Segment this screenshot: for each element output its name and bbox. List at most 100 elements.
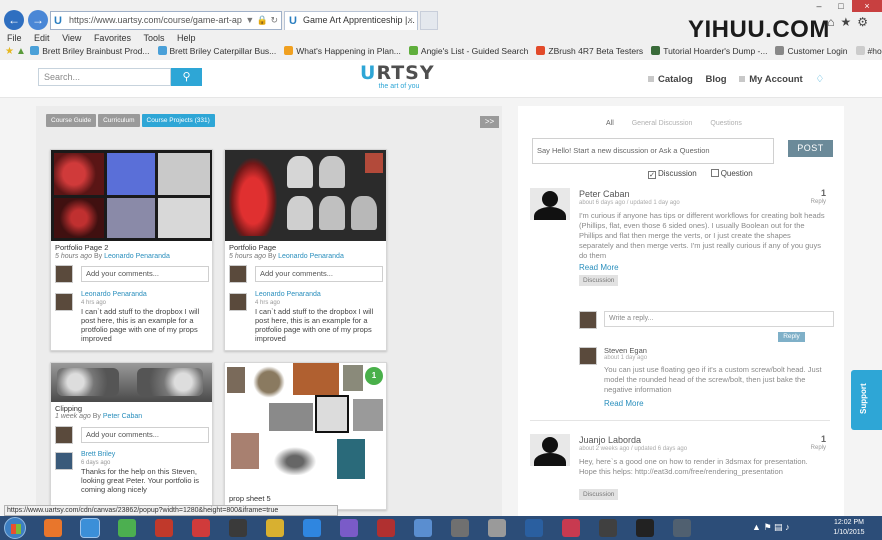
project-card-portfolio-page-2[interactable]: Portfolio Page 2 5 hours ago By Leonardo… bbox=[50, 149, 213, 351]
filter-general-discussion[interactable]: General Discussion bbox=[632, 120, 693, 127]
address-bar[interactable]: U https://www.uartsy.com/course/game-art… bbox=[50, 11, 282, 30]
reply-author[interactable]: Steven Egan bbox=[604, 346, 647, 355]
app-gray-taskbar-icon[interactable] bbox=[451, 519, 469, 537]
favorite-link[interactable]: ZBrush 4R7 Beta Testers bbox=[536, 44, 643, 58]
menu-view[interactable]: View bbox=[62, 32, 81, 44]
browser-toolbar-icons[interactable]: ⌂★⚙ bbox=[827, 15, 874, 29]
forward-button[interactable]: → bbox=[28, 10, 48, 30]
opera-taskbar-icon[interactable] bbox=[192, 519, 210, 537]
filter-questions[interactable]: Questions bbox=[710, 120, 742, 127]
system-tray[interactable]: ▲ ⚑ ▤ ♪ bbox=[752, 522, 790, 533]
project-card-portfolio-page[interactable]: Portfolio Page 5 hours ago By Leonardo P… bbox=[224, 149, 387, 351]
nav-blog[interactable]: Blog bbox=[705, 74, 726, 85]
reply-button[interactable]: Reply bbox=[778, 332, 805, 342]
question-checkbox[interactable] bbox=[710, 169, 719, 177]
firefox-taskbar-icon[interactable] bbox=[44, 519, 62, 537]
notification-bell-icon[interactable]: ♢ bbox=[815, 74, 824, 85]
address-bar-icons[interactable]: ▼ 🔒 ↻ bbox=[245, 12, 278, 29]
app-yellow-taskbar-icon[interactable] bbox=[266, 519, 284, 537]
add-favorite-icon[interactable]: ▲ bbox=[16, 46, 26, 57]
favorite-link[interactable]: What's Happening in Plan... bbox=[284, 44, 401, 58]
thread-author[interactable]: Juanjo Laborda bbox=[579, 435, 641, 445]
comment-input[interactable]: Add your comments... bbox=[81, 427, 209, 443]
menu-help[interactable]: Help bbox=[177, 32, 196, 44]
nav-my-account[interactable]: My Account bbox=[739, 74, 803, 85]
favorite-link[interactable]: Brett Briley Brainbust Prod... bbox=[30, 44, 150, 58]
menu-tools[interactable]: Tools bbox=[143, 32, 164, 44]
favorites-star-icon[interactable]: ★ bbox=[840, 15, 857, 29]
discussion-checkbox[interactable]: ✓ bbox=[648, 171, 656, 179]
menu-file[interactable]: File bbox=[7, 32, 22, 44]
project-author-link[interactable]: Leonardo Penaranda bbox=[104, 253, 170, 260]
project-thumbnail[interactable] bbox=[51, 150, 212, 241]
project-title[interactable]: Clipping bbox=[55, 404, 82, 413]
volume-icon[interactable]: ♪ bbox=[785, 522, 790, 532]
gear-icon[interactable]: ⚙ bbox=[857, 15, 874, 29]
search-button[interactable]: ⚲ bbox=[171, 68, 202, 86]
favorite-link[interactable]: Angie's List - Guided Search bbox=[408, 44, 528, 58]
tab-close-icon[interactable]: × bbox=[408, 12, 413, 29]
comment-input[interactable]: Add your comments... bbox=[81, 266, 209, 282]
tab-course-projects[interactable]: Course Projects (331) bbox=[141, 114, 215, 127]
project-thumbnail[interactable] bbox=[51, 363, 212, 402]
browser-tab[interactable]: U Game Art Apprenticeship |... × bbox=[284, 11, 418, 30]
project-author-link[interactable]: Peter Caban bbox=[103, 413, 142, 420]
chrome-taskbar-icon[interactable] bbox=[118, 519, 136, 537]
app-black-taskbar-icon[interactable] bbox=[636, 519, 654, 537]
app-dark2-taskbar-icon[interactable] bbox=[599, 519, 617, 537]
dropbox-taskbar-icon[interactable] bbox=[303, 519, 321, 537]
menu-edit[interactable]: Edit bbox=[34, 32, 50, 44]
network-icon[interactable]: ▤ bbox=[774, 522, 783, 532]
post-button[interactable]: POST bbox=[788, 140, 833, 157]
comment-author-link[interactable]: Brett Briley bbox=[81, 451, 115, 458]
favorite-link[interactable]: Customer Login bbox=[775, 44, 848, 58]
photoshop-taskbar-icon[interactable] bbox=[525, 519, 543, 537]
collapse-panel-button[interactable]: >> bbox=[480, 116, 499, 128]
filter-all[interactable]: All bbox=[606, 120, 614, 127]
favorite-link[interactable]: Tutorial Hoarder's Dump -... bbox=[651, 44, 767, 58]
comment-author-link[interactable]: Leonardo Penaranda bbox=[81, 291, 147, 298]
comment-input[interactable]: Add your comments... bbox=[255, 266, 383, 282]
project-card-prop-sheet-5[interactable]: 1 prop sheet 5 bbox=[224, 362, 387, 510]
internet-explorer-taskbar-icon[interactable] bbox=[80, 518, 100, 538]
back-button[interactable]: ← bbox=[4, 10, 24, 30]
project-title[interactable]: Portfolio Page bbox=[229, 243, 276, 252]
uartsy-logo[interactable]: URTSY the art of you bbox=[360, 63, 434, 93]
filezilla-taskbar-icon[interactable] bbox=[155, 519, 173, 537]
app-circle-taskbar-icon[interactable] bbox=[673, 519, 691, 537]
flag-icon[interactable]: ⚑ bbox=[763, 522, 771, 532]
support-tab[interactable]: Support bbox=[851, 370, 882, 430]
nav-catalog[interactable]: Catalog bbox=[648, 74, 693, 85]
start-button[interactable] bbox=[4, 517, 26, 539]
project-title[interactable]: Portfolio Page 2 bbox=[55, 243, 108, 252]
app-dark-taskbar-icon[interactable] bbox=[229, 519, 247, 537]
monitor-taskbar-icon[interactable] bbox=[414, 519, 432, 537]
read-more-link[interactable]: Read More bbox=[579, 263, 619, 272]
app-purple-taskbar-icon[interactable] bbox=[340, 519, 358, 537]
zbrush-taskbar-icon[interactable] bbox=[488, 519, 506, 537]
project-thumbnail[interactable] bbox=[225, 363, 386, 489]
menu-favorites[interactable]: Favorites bbox=[94, 32, 131, 44]
count-badge[interactable]: 1 bbox=[365, 367, 383, 385]
tab-course-guide[interactable]: Course Guide bbox=[46, 114, 97, 127]
taskbar-clock[interactable]: 12:02 PM 1/10/2015 bbox=[824, 518, 874, 538]
app-red-taskbar-icon[interactable] bbox=[377, 519, 395, 537]
thread-author[interactable]: Peter Caban bbox=[579, 189, 630, 199]
project-title[interactable]: prop sheet 5 bbox=[229, 494, 271, 503]
tab-curriculum[interactable]: Curriculum bbox=[98, 114, 140, 127]
project-thumbnail[interactable] bbox=[225, 150, 386, 241]
app-pinkred-taskbar-icon[interactable] bbox=[562, 519, 580, 537]
new-discussion-input[interactable]: Say Hello! Start a new discussion or Ask… bbox=[532, 138, 774, 164]
favorite-link[interactable]: Brett Briley Caterpillar Bus... bbox=[157, 44, 276, 58]
search-input[interactable]: Search... bbox=[38, 68, 171, 86]
comment-author-link[interactable]: Leonardo Penaranda bbox=[255, 291, 321, 298]
project-author-link[interactable]: Leonardo Penaranda bbox=[278, 253, 344, 260]
reply-input[interactable]: Write a reply... bbox=[604, 311, 834, 327]
home-icon[interactable]: ⌂ bbox=[827, 15, 840, 29]
new-tab-button[interactable] bbox=[420, 11, 438, 30]
tray-arrow-icon[interactable]: ▲ bbox=[752, 522, 761, 532]
project-card-clipping[interactable]: Clipping 1 week ago By Peter Caban Add y… bbox=[50, 362, 213, 510]
favorite-link[interactable]: #home- bbox=[855, 44, 882, 58]
favorites-star-icon[interactable]: ★ bbox=[5, 46, 14, 57]
read-more-link[interactable]: Read More bbox=[604, 399, 644, 408]
